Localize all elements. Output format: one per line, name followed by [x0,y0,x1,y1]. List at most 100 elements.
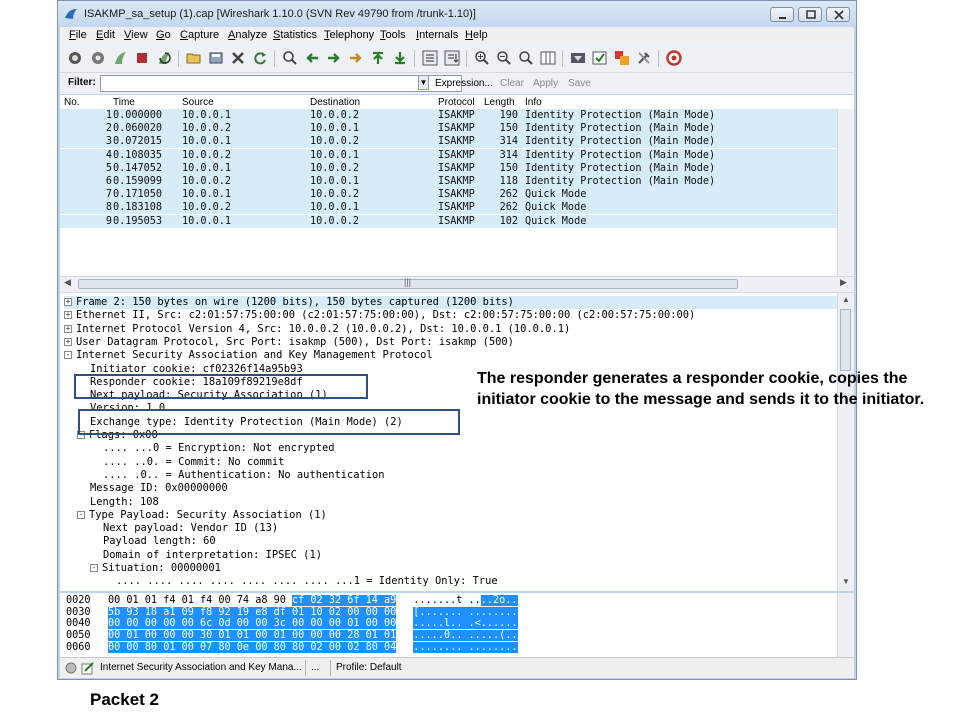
packet-row[interactable]: 1 0.000000 10.0.0.1 10.0.0.2 ISAKMP 190 Identi… [60,109,852,122]
save-filter-button[interactable]: Save [568,78,591,89]
column-header-info[interactable]: Info [525,97,542,108]
help-icon[interactable] [666,50,682,66]
scroll-left-icon[interactable]: ◀ [64,277,71,288]
menu-capture[interactable]: Capture [180,29,219,41]
minimize-button[interactable] [770,7,794,22]
column-header-no[interactable]: No. [64,97,80,108]
menu-statistics[interactable]: Statistics [273,29,317,41]
scroll-up-icon[interactable]: ▲ [842,295,850,304]
stop-capture-icon[interactable] [134,50,150,66]
maximize-button[interactable] [798,7,822,22]
hex-row[interactable]: 0060 00 00 80 01 00 07 80 0e 00 80 80 02 … [66,641,844,654]
scroll-right-icon[interactable]: ▶ [840,277,847,288]
packet-list-scrollbar[interactable] [837,109,854,276]
capture-comment-icon[interactable] [81,661,95,675]
detail-row[interactable]: - Situation: 00000001 [90,562,856,575]
detail-row[interactable]: - Internet Security Association and Key M… [64,349,842,362]
hex-row[interactable]: 0020 00 01 01 f4 01 f4 00 74 a8 90 cf 02 … [66,595,844,607]
collapse-icon[interactable]: - [64,351,72,360]
resize-columns-icon[interactable] [540,50,556,66]
zoom-in-icon[interactable] [474,50,490,66]
expand-icon[interactable]: + [64,298,72,306]
start-capture-icon[interactable] [112,50,128,66]
collapse-icon[interactable]: - [77,510,85,519]
close-button[interactable] [826,7,850,22]
status-profile[interactable]: Profile: Default [336,661,402,675]
menu-tools[interactable]: Tools [380,29,406,41]
detail-row[interactable]: + User Datagram Protocol, Src Port: isakm… [64,336,842,349]
packet-row[interactable]: 6 0.159099 10.0.0.2 10.0.0.1 ISAKMP 118 Identi… [60,175,852,188]
detail-row[interactable]: Payload length: 60 [103,535,856,548]
packet-row[interactable]: 9 0.195053 10.0.0.1 10.0.0.2 ISAKMP 102 Quick … [60,214,852,228]
open-file-icon[interactable] [186,50,202,66]
packet-row[interactable]: 3 0.072015 10.0.0.1 10.0.0.2 ISAKMP 314 Identi… [60,135,852,149]
packet-row[interactable]: 4 0.108035 10.0.0.2 10.0.0.1 ISAKMP 314 Identi… [60,148,852,162]
column-header-length[interactable]: Length [484,97,515,108]
detail-row[interactable]: .... ...0 = Encryption: Not encrypted [103,442,856,455]
expand-icon[interactable]: + [64,311,72,320]
save-file-icon[interactable] [208,50,224,66]
packet-row[interactable]: 7 0.171050 10.0.0.1 10.0.0.2 ISAKMP 262 Quick … [60,188,852,202]
last-packet-icon[interactable] [392,50,408,66]
close-file-icon[interactable] [230,50,246,66]
find-packet-icon[interactable] [282,50,298,66]
packet-list-hscrollbar[interactable]: ◀ ||| ▶ [60,276,854,293]
clear-button[interactable]: Clear [500,78,524,89]
capture-options-icon[interactable] [90,50,106,66]
column-header-source[interactable]: Source [182,97,214,108]
detail-row[interactable]: Length: 108 [90,496,856,509]
display-filters-icon[interactable] [592,50,608,66]
packet-row[interactable]: 5 0.147052 10.0.0.1 10.0.0.2 ISAKMP 150 Identi… [60,161,852,175]
packet-row[interactable]: 2 0.060020 10.0.0.2 10.0.0.1 ISAKMP 150 Identi… [60,122,852,136]
bytes-scrollbar[interactable] [837,593,854,657]
expand-icon[interactable]: + [64,337,72,346]
expression-button[interactable]: Expression... [435,78,493,89]
column-header-time[interactable]: Time [113,97,135,108]
filter-dropdown-button[interactable]: ▼ [418,75,429,90]
detail-row[interactable]: .... ..0. = Commit: No commit [103,456,856,469]
details-scrollbar[interactable]: ▲ ▼ [837,293,854,591]
detail-row[interactable]: + Ethernet II, Src: c2:01:57:75:00:00 (c2… [64,309,842,322]
detail-row[interactable]: .... .... .... .... .... .... .... ...1 … [116,575,856,588]
detail-row[interactable]: - Type Payload: Security Association (1) [77,509,855,522]
menu-telephony[interactable]: Telephony [324,29,374,41]
detail-row[interactable]: + Internet Protocol Version 4, Src: 10.0.… [64,323,842,336]
detail-row[interactable]: Message ID: 0x00000000 [90,482,856,495]
expand-icon[interactable]: + [64,324,72,333]
menu-help[interactable]: Help [465,29,488,41]
detail-row[interactable]: + Frame 2: 150 bytes on wire (1200 bits),… [64,296,842,309]
auto-scroll-icon[interactable] [444,50,460,66]
detail-row[interactable]: Domain of interpretation: IPSEC (1) [103,549,856,562]
collapse-icon[interactable]: - [90,564,98,572]
restart-capture-icon[interactable] [156,50,172,66]
go-forward-icon[interactable] [326,50,342,66]
menu-internals[interactable]: Internals [416,29,458,41]
hex-row[interactable]: 0030 5b 93 18 a1 09 f8 92 19 e8 df 01 10 … [66,606,844,619]
reload-icon[interactable] [252,50,268,66]
coloring-rules-icon[interactable] [614,50,630,66]
scroll-down-icon[interactable]: ▼ [842,577,850,586]
column-header-destination[interactable]: Destination [310,97,360,108]
menu-edit[interactable]: Edit [96,29,115,41]
hex-row[interactable]: 0040 00 00 00 00 00 6c 0d 00 00 3c 00 00 … [66,618,844,630]
capture-filters-icon[interactable] [570,50,586,66]
detail-row[interactable]: .... .0.. = Authentication: No authentic… [103,469,856,482]
colorize-icon[interactable] [422,50,438,66]
details-scroll-thumb[interactable] [840,309,851,371]
go-to-packet-icon[interactable] [348,50,364,66]
menu-view[interactable]: View [124,29,148,41]
filter-input[interactable] [100,75,462,92]
go-back-icon[interactable] [304,50,320,66]
normal-size-icon[interactable] [518,50,534,66]
apply-button[interactable]: Apply [533,78,558,89]
hex-row[interactable]: 0050 00 01 00 00 00 30 01 01 00 01 00 00 … [66,630,844,642]
zoom-out-icon[interactable] [496,50,512,66]
expert-info-icon[interactable] [65,662,77,674]
menu-file[interactable]: File [69,29,87,41]
menu-analyze[interactable]: Analyze [228,29,267,41]
detail-row[interactable]: Next payload: Vendor ID (13) [103,522,856,535]
preferences-icon[interactable] [636,50,652,66]
column-header-protocol[interactable]: Protocol [438,97,475,108]
first-packet-icon[interactable] [370,50,386,66]
menu-go[interactable]: Go [156,29,171,41]
